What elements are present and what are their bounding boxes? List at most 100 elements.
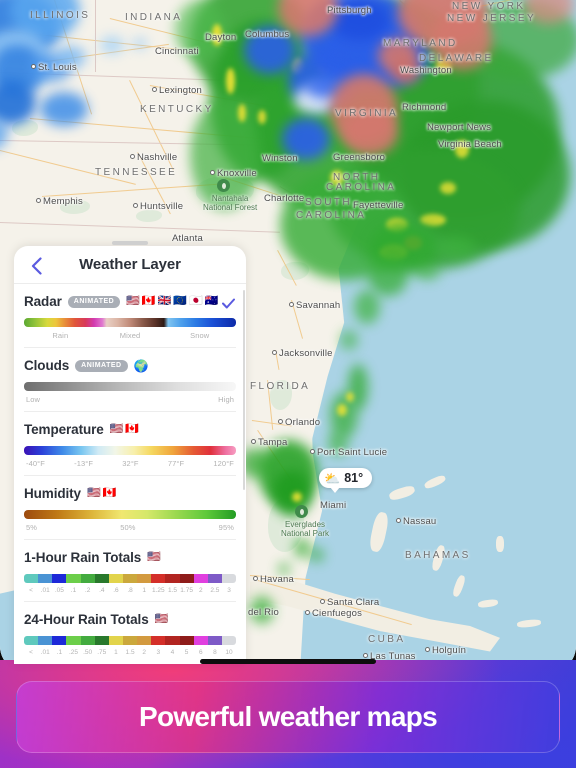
layer-section-24hr-rain[interactable]: 24-Hour Rain Totals 🇺🇸 < .01 .1 .25 .50 … (24, 601, 236, 663)
region-flags: 🇺🇸 🇨🇦 🇬🇧 🇪🇺 🇯🇵 🇦🇺 (126, 296, 218, 307)
temperature-callout[interactable]: ⛅ 81° (319, 468, 373, 493)
map-city-label: St. Louis (38, 62, 77, 73)
radar-echo-heavy (420, 214, 446, 226)
layer-header: Humidity 🇺🇸 🇨🇦 (24, 486, 236, 501)
map-city-label: Atlanta (172, 233, 203, 244)
swatch (193, 636, 208, 645)
map-city-label: Dayton (205, 32, 237, 43)
map-city-label: Cincinnati (155, 46, 199, 57)
scale-label-rain: Rain (52, 331, 69, 340)
partly-cloudy-icon: ⛅ (324, 470, 341, 486)
swatch (38, 636, 53, 645)
flag-ca: 🇨🇦 (102, 487, 117, 499)
layer-header: Radar ANIMATED 🇺🇸 🇨🇦 🇬🇧 🇪🇺 🇯🇵 🇦🇺 (24, 294, 236, 309)
map-state-label: NEW YORK (452, 1, 526, 12)
tick: < (29, 649, 33, 656)
layer-name-clouds: Clouds (24, 358, 70, 373)
swatch (179, 636, 194, 645)
temperature-gradient (24, 446, 236, 455)
tick: < (29, 587, 33, 594)
swatch (165, 574, 180, 583)
scale-label-mid: 32°F (122, 459, 139, 468)
national-park-icon (295, 505, 308, 518)
humidity-scale-labels: 5% 50% 95% (24, 523, 236, 532)
flag-gb: 🇬🇧 (157, 295, 172, 307)
globe-icon: 🌍 (133, 358, 149, 373)
radar-echo-rain (340, 330, 358, 350)
scale-label-q1: -13°F (74, 459, 94, 468)
map-city-label: Savannah (296, 300, 341, 311)
tick: 10 (225, 649, 233, 656)
map-border (95, 0, 96, 72)
temperature-scale-labels: -40°F -13°F 32°F 77°F 120°F (24, 459, 236, 468)
panel-drag-handle[interactable] (112, 241, 148, 245)
rain-1hr-swatches (24, 574, 236, 583)
panel-scrollbar[interactable] (243, 290, 245, 490)
layer-section-temperature[interactable]: Temperature 🇺🇸 🇨🇦 -40°F -13°F 32°F 77°F … (24, 411, 236, 475)
map-city-dot (305, 610, 310, 615)
rain-24hr-ticks: < .01 .1 .25 .50 .75 1 1.5 2 3 4 5 6 8 1… (24, 649, 236, 656)
layer-name-radar: Radar (24, 294, 62, 309)
map-city-label: Memphis (43, 196, 83, 207)
radar-echo-snow (100, 36, 124, 54)
layer-section-clouds[interactable]: Clouds ANIMATED 🌍 Low High (24, 347, 236, 411)
layer-name-temperature: Temperature (24, 422, 104, 437)
clouds-scale-labels: Low High (24, 395, 236, 404)
map-city-dot (130, 154, 135, 159)
map-city-label: Nassau (403, 516, 437, 527)
scale-label-mixed: Mixed (119, 331, 141, 340)
map-state-label: CAROLINA (296, 210, 367, 221)
map-city-dot (396, 518, 401, 523)
back-button[interactable] (26, 256, 46, 276)
layer-name-24hr-rain: 24-Hour Rain Totals (24, 612, 149, 627)
map-state-label: TENNESSEE (95, 167, 178, 178)
tick: .01 (40, 649, 50, 656)
map-state-label: FLORIDA (250, 381, 311, 392)
flag-jp: 🇯🇵 (189, 295, 203, 307)
map-city-label: Lexington (159, 85, 203, 96)
swatch (80, 574, 95, 583)
promo-banner[interactable]: Powerful weather maps (16, 681, 560, 753)
map-city-dot (36, 198, 41, 203)
map-state-label: KENTUCKY (140, 104, 214, 115)
map-city-label: Newport News (427, 122, 492, 133)
checkmark-icon (222, 296, 235, 314)
layer-section-1hr-rain[interactable]: 1-Hour Rain Totals 🇺🇸 < .01 .05 .1 .2 .4… (24, 539, 236, 601)
tick: .01 (40, 587, 50, 594)
tick: .1 (70, 587, 77, 594)
panel-scroll-area[interactable]: Radar ANIMATED 🇺🇸 🇨🇦 🇬🇧 🇪🇺 🇯🇵 🇦🇺 Rain Mi… (14, 284, 246, 664)
swatch (52, 574, 67, 583)
swatch (221, 636, 236, 645)
swatch (66, 636, 81, 645)
tick: 3 (227, 587, 231, 594)
flag-au: 🇦🇺 (204, 295, 219, 307)
map-city-label: Columbus (245, 29, 290, 40)
radar-echo-rain (354, 290, 380, 324)
layer-header: 1-Hour Rain Totals 🇺🇸 (24, 550, 236, 565)
map-city-dot (251, 439, 256, 444)
swatch (108, 574, 123, 583)
flag-us: 🇺🇸 (147, 551, 161, 563)
layer-header: Temperature 🇺🇸 🇨🇦 (24, 422, 236, 437)
layer-section-radar[interactable]: Radar ANIMATED 🇺🇸 🇨🇦 🇬🇧 🇪🇺 🇯🇵 🇦🇺 Rain Mi… (24, 284, 236, 347)
layer-name-1hr-rain: 1-Hour Rain Totals (24, 550, 142, 565)
map-city-label: Cienfuegos (312, 608, 363, 619)
swatch (80, 636, 95, 645)
map-state-label: MARYLAND (383, 38, 458, 49)
tick: .2 (84, 587, 91, 594)
map-city-label: Miami (320, 500, 347, 511)
swatch (94, 574, 109, 583)
radar-echo-heavy (258, 110, 266, 124)
map-state-label: INDIANA (125, 12, 183, 23)
scale-label-high: High (218, 395, 234, 404)
tick: .25 (68, 649, 79, 656)
map-state-label: BAHAMAS (405, 550, 471, 561)
radar-echo-rain (368, 256, 408, 296)
map-city-dot (289, 302, 294, 307)
region-flags: 🇺🇸 🇨🇦 (110, 424, 139, 435)
map-park-label: Nantahala National Forest (203, 194, 258, 213)
map-city-label: Holguín (432, 645, 467, 656)
map-city-dot (133, 203, 138, 208)
swatch (52, 636, 67, 645)
layer-section-humidity[interactable]: Humidity 🇺🇸 🇨🇦 5% 50% 95% (24, 475, 236, 539)
